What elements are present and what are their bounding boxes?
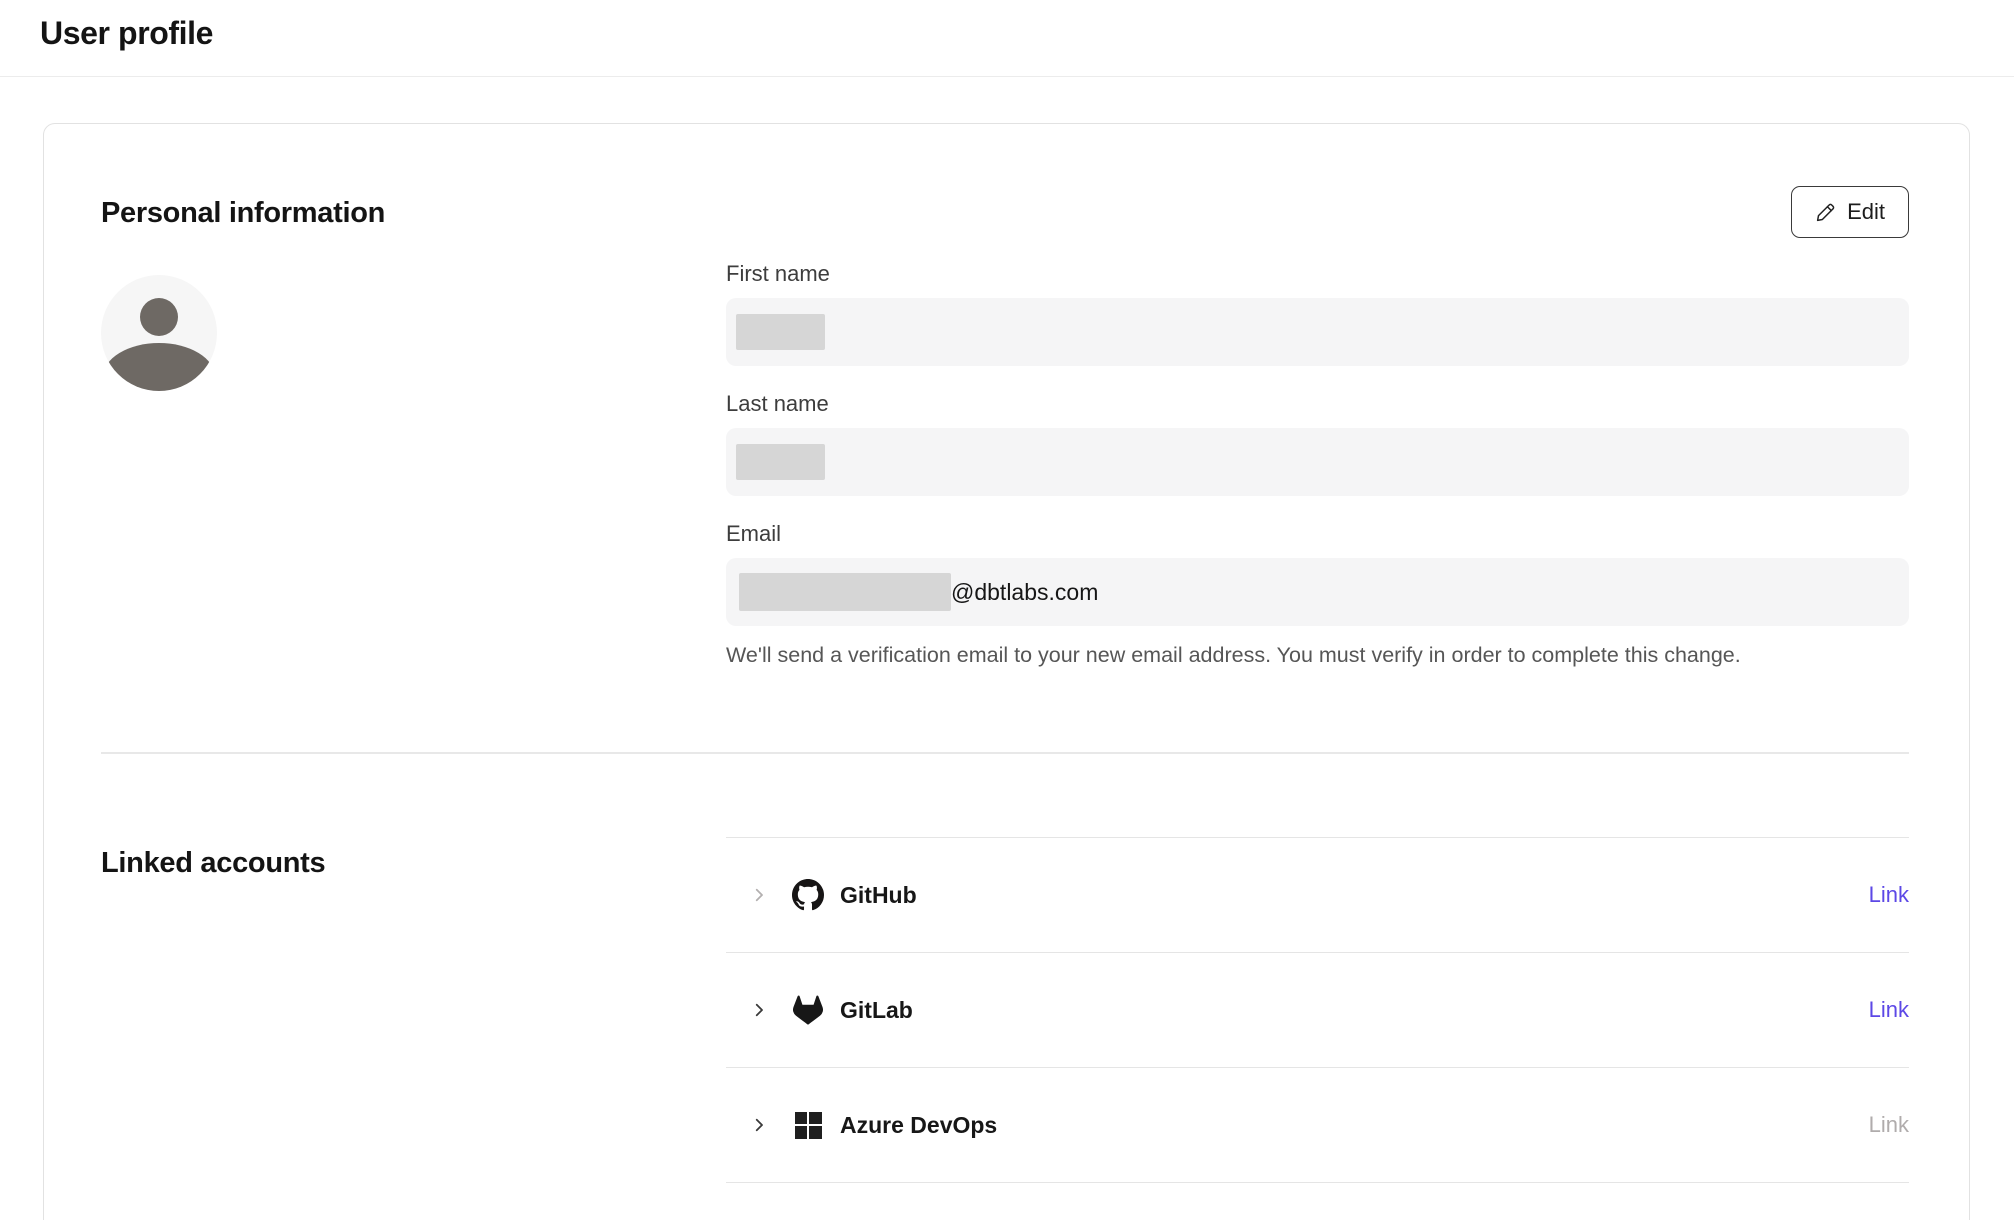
github-link-action[interactable]: Link: [1869, 882, 1909, 908]
first-name-label: First name: [726, 261, 1909, 287]
account-name: GitHub: [840, 882, 917, 909]
redacted-value: [739, 573, 951, 611]
email-domain-text: @dbtlabs.com: [951, 579, 1098, 606]
page-title: User profile: [40, 15, 1974, 52]
gitlab-icon: [792, 994, 824, 1026]
chevron-right-icon[interactable]: [750, 1116, 768, 1134]
first-name-field: [726, 298, 1909, 366]
avatar: [101, 275, 217, 391]
email-field: @dbtlabs.com: [726, 558, 1909, 626]
last-name-group: Last name: [726, 391, 1909, 496]
chevron-right-icon[interactable]: [750, 1001, 768, 1019]
first-name-group: First name: [726, 261, 1909, 366]
email-helper-text: We'll send a verification email to your …: [726, 643, 1909, 668]
account-row-github[interactable]: GitHub Link: [726, 838, 1909, 953]
github-icon: [792, 879, 824, 911]
azure-devops-icon: [792, 1109, 824, 1141]
personal-information-section: Personal information Edit First name: [101, 197, 1909, 754]
account-name: GitLab: [840, 997, 913, 1024]
pencil-icon: [1815, 202, 1836, 223]
gitlab-link-action[interactable]: Link: [1869, 997, 1909, 1023]
page-header: User profile: [0, 0, 2014, 77]
profile-card: Personal information Edit First name: [43, 123, 1970, 1220]
linked-accounts-section: Linked accounts GitHub Link: [101, 754, 1909, 1183]
avatar-person-icon: [140, 298, 178, 336]
linked-accounts-list: GitHub Link GitLab Link: [726, 837, 1909, 1183]
last-name-label: Last name: [726, 391, 1909, 417]
linked-accounts-heading: Linked accounts: [101, 847, 726, 880]
personal-information-heading: Personal information: [101, 197, 1909, 230]
chevron-right-icon[interactable]: [750, 886, 768, 904]
account-row-azure-devops[interactable]: Azure DevOps Link: [726, 1068, 1909, 1183]
account-name: Azure DevOps: [840, 1112, 997, 1139]
redacted-value: [736, 314, 825, 350]
last-name-field: [726, 428, 1909, 496]
redacted-value: [736, 444, 825, 480]
edit-button-label: Edit: [1847, 199, 1885, 225]
azure-devops-link-action: Link: [1869, 1112, 1909, 1138]
edit-button[interactable]: Edit: [1791, 186, 1909, 238]
email-label: Email: [726, 521, 1909, 547]
email-group: Email @dbtlabs.com We'll send a verifica…: [726, 521, 1909, 668]
account-row-gitlab[interactable]: GitLab Link: [726, 953, 1909, 1068]
